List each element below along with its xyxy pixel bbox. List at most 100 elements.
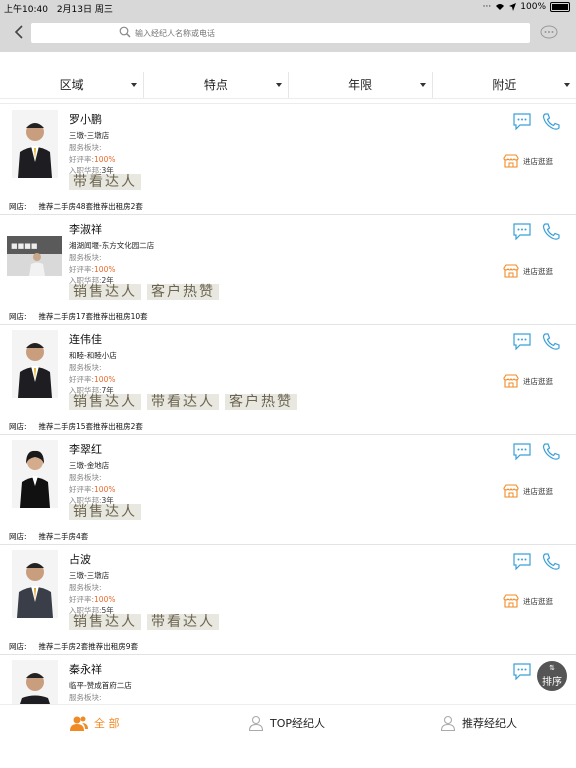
filter-label: 区域 [59,78,84,92]
rating: 好评率:100% [69,264,115,275]
agent-tag: 带看达人 [147,394,219,410]
visit-store-button[interactable]: 进店逛逛 [503,484,553,498]
visit-store-button[interactable]: 进店逛逛 [503,374,553,388]
service-plate: 服务板块: [69,582,102,593]
store-listings: 网店: 推荐二手房2套推荐出租房9套 [9,641,150,652]
chat-button[interactable] [540,25,558,45]
location-icon [509,3,517,11]
tab-all[interactable]: 全 部 [70,715,120,731]
rate-label: 好评率: [69,485,95,494]
store-prefix: 网店: [9,642,27,651]
listing-summary: 推荐二手房48套推荐出租房2套 [38,202,143,211]
status-bar: 上午10:40 2月13日 周三 ··· 100% [0,0,576,16]
filter-label: 年限 [348,78,373,92]
agent-tags: 销售达人 [69,504,141,520]
message-button[interactable] [512,333,532,354]
back-button[interactable] [14,24,30,44]
visit-store-button[interactable]: 进店逛逛 [503,154,553,168]
bottom-tab-bar: 全 部 TOP经纪人 推荐经纪人 [0,704,576,745]
listing-summary: 推荐二手房15套推荐出租房2套 [38,422,143,431]
agent-name: 李淑祥 [69,223,102,236]
visit-store-label: 进店逛逛 [523,156,553,166]
tab-top-agents[interactable]: TOP经纪人 [248,715,325,731]
tab-label: TOP经纪人 [270,717,326,730]
rate-value: 100% [94,155,116,164]
filter-feature[interactable]: 特点 [144,72,289,98]
store-icon [503,374,519,388]
call-button[interactable] [541,222,561,246]
service-plate: 服务板块: [69,472,102,483]
message-button[interactable] [512,113,532,134]
call-button[interactable] [541,552,561,576]
message-button[interactable] [512,223,532,244]
store-prefix: 网店: [9,532,27,541]
agent-tags: 销售达人 带看达人 客户热赞 [69,394,297,410]
chat-bubble-icon [540,25,558,39]
sort-button[interactable]: ⇅ 排序 [537,661,567,691]
rate-label: 好评率: [69,265,95,274]
agent-tag: 销售达人 [69,504,141,520]
tab-recommended-agents[interactable]: 推荐经纪人 [440,715,517,731]
message-button[interactable] [512,663,532,684]
phone-icon [542,333,560,350]
call-button[interactable] [541,112,561,136]
filter-bar: 区域 特点 年限 附近 [0,72,576,99]
agent-card[interactable]: 李翠红 三墩-金地店 服务板块: 好评率:100% 入职华邦:3年 销售达人 网… [0,434,576,545]
service-plate: 服务板块: [69,142,102,153]
visit-store-label: 进店逛逛 [523,376,553,386]
users-icon [70,716,88,731]
agent-card[interactable]: 罗小鹏 三墩-三墩店 服务板块: 好评率:100% 入职华邦:3年 带看达人 网… [0,104,576,215]
agent-card[interactable]: 占波 三墩-三墩店 服务板块: 好评率:100% 入职华邦:5年 销售达人 带看… [0,544,576,655]
message-button[interactable] [512,443,532,464]
rate-value: 100% [94,265,116,274]
rate-value: 100% [94,485,116,494]
store-listings: 网店: 推荐二手房17套推荐出租房10套 [9,311,160,322]
sort-arrows-icon: ⇅ [549,664,555,672]
message-icon [513,113,531,131]
rating: 好评率:100% [69,484,115,495]
search-icon [119,26,131,38]
agent-tag: 客户热赞 [225,394,297,410]
visit-store-label: 进店逛逛 [523,596,553,606]
agent-tags: 带看达人 [69,174,141,190]
tab-label: 全 部 [94,717,120,730]
agent-tag: 销售达人 [69,614,141,630]
visit-store-button[interactable]: 进店逛逛 [503,594,553,608]
agent-store: 湘湖闻堰-东方文化园二店 [69,241,155,250]
phone-icon [542,113,560,130]
agent-tag: 销售达人 [69,284,141,300]
filter-nearby[interactable]: 附近 [433,72,576,98]
rate-value: 100% [94,375,116,384]
agent-tag: 销售达人 [69,394,141,410]
visit-store-label: 进店逛逛 [523,266,553,276]
message-icon [513,223,531,241]
call-button[interactable] [541,332,561,356]
agent-tag: 客户热赞 [147,284,219,300]
filter-years[interactable]: 年限 [289,72,433,98]
store-listings: 网店: 推荐二手房4套 [9,531,100,542]
agent-store: 临平-赞成首府二店 [69,681,132,690]
agent-card[interactable]: ■■■■ 李淑祥 湘湖闻堰-东方文化园二店 服务板块: 好评率:100% 入职华… [0,214,576,325]
caret-down-icon [419,83,426,87]
store-listings: 网店: 推荐二手房48套推荐出租房2套 [9,201,155,212]
caret-down-icon [275,83,282,87]
caret-down-icon [564,83,570,87]
store-prefix: 网店: [9,422,27,431]
visit-store-button[interactable]: 进店逛逛 [503,264,553,278]
message-icon [513,553,531,571]
phone-icon [542,553,560,570]
store-icon [503,154,519,168]
filter-region[interactable]: 区域 [0,72,145,98]
agent-card[interactable]: 连伟佳 和睦-和睦小店 服务板块: 好评率:100% 入职华邦:7年 销售达人 … [0,324,576,435]
agent-store: 三墩-金地店 [69,461,110,470]
agent-card[interactable]: 秦永祥 临平-赞成首府二店 服务板块: [0,654,576,704]
search-bar[interactable] [31,23,530,43]
store-icon [503,594,519,608]
search-input[interactable] [133,25,517,42]
agent-name: 秦永祥 [69,663,102,676]
call-button[interactable] [541,442,561,466]
message-button[interactable] [512,553,532,574]
rate-label: 好评率: [69,375,95,384]
plate-label: 服务板块: [69,363,102,372]
agent-name: 连伟佳 [69,333,102,346]
